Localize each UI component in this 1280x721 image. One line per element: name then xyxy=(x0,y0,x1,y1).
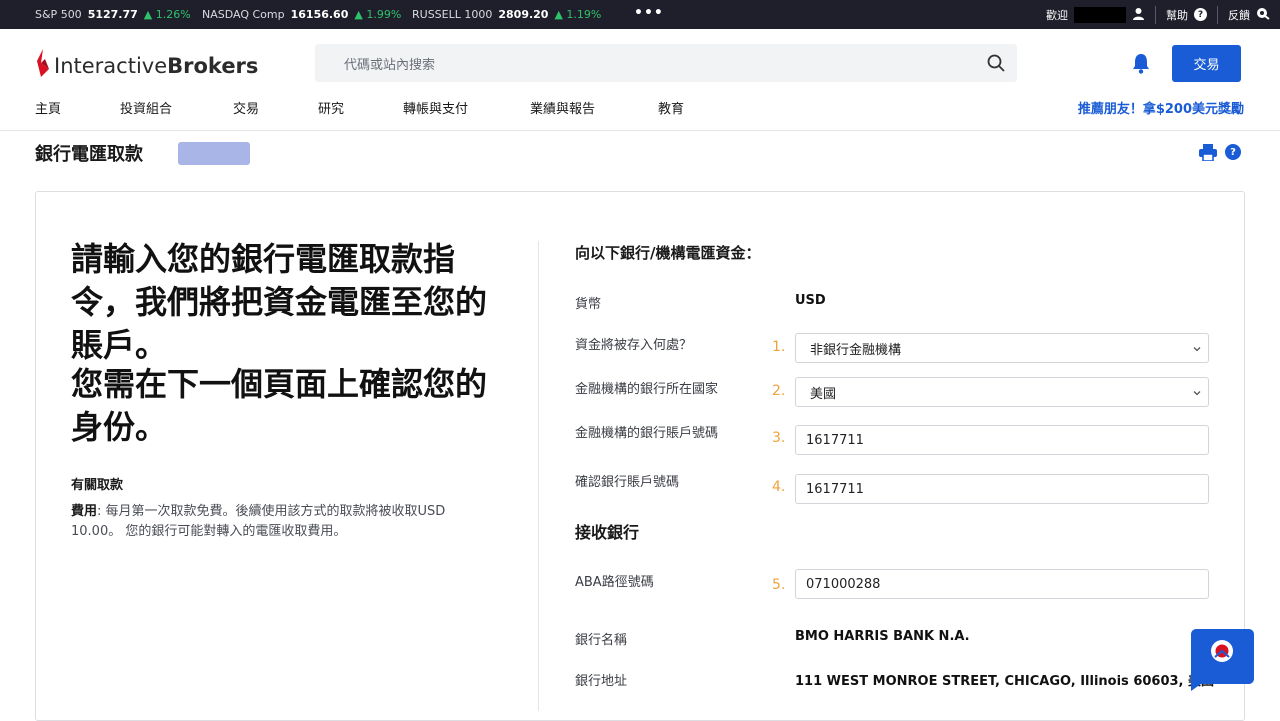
step-number: 1. xyxy=(772,339,786,355)
logo-text-regular: Interactive xyxy=(54,53,168,78)
aba-routing-value: 071000288 xyxy=(806,576,881,592)
search-input[interactable]: 代碼或站內搜索 xyxy=(315,44,1017,82)
ticker-item[interactable]: S&P 500 5127.77 ▲ 1.26% xyxy=(35,0,191,29)
ticker-change: ▲ 1.19% xyxy=(554,8,602,21)
receiving-bank-heading: 接收銀行 xyxy=(575,523,640,542)
nav-item-education[interactable]: 教育 xyxy=(658,98,684,117)
bell-icon[interactable] xyxy=(1131,53,1151,78)
trade-button[interactable]: 交易 xyxy=(1172,45,1241,82)
chevron-down-icon xyxy=(1192,343,1202,358)
nav-item-research[interactable]: 研究 xyxy=(318,98,344,117)
bank-name-value: BMO HARRIS BANK N.A. xyxy=(795,629,970,644)
search-placeholder: 代碼或站內搜索 xyxy=(344,57,436,73)
feedback-label: 反饋 xyxy=(1228,8,1250,22)
bank-country-select[interactable]: 美國 xyxy=(795,377,1209,407)
chat-icon xyxy=(1191,629,1254,695)
nav-item-home[interactable]: 主頁 xyxy=(35,98,61,117)
step-number: 4. xyxy=(772,479,786,495)
username-redacted xyxy=(1074,6,1126,23)
logo-text: InteractiveBrokers xyxy=(54,54,258,78)
bank-name-label: 銀行名稱 xyxy=(575,633,628,648)
nav-item-trade[interactable]: 交易 xyxy=(233,98,259,117)
deposit-destination-value: 非銀行金融機構 xyxy=(810,342,902,358)
bank-address-value: 111 WEST MONROE STREET, CHICAGO, Illinoi… xyxy=(795,674,1215,689)
ticker-change: ▲ 1.99% xyxy=(354,8,402,21)
ticker-name: S&P 500 xyxy=(35,8,82,21)
ticker-name: NASDAQ Comp xyxy=(202,8,285,21)
help-menu[interactable]: 幫助 ? xyxy=(1156,0,1217,29)
logo-text-bold: Brokers xyxy=(167,53,259,78)
ticker-value: 5127.77 xyxy=(87,8,138,21)
page-title: 銀行電匯取款 xyxy=(35,144,143,165)
deposit-destination-label: 資金將被存入何處？ xyxy=(575,338,693,353)
referral-link[interactable]: 推薦朋友！拿$200美元獎勵 xyxy=(1078,98,1244,117)
fee-text: : 每月第一次取款免費。後續使用該方式的取款將被收取USD 10.00。 您的銀… xyxy=(71,504,446,539)
confirm-identity-text: 您需在下一個頁面上確認您的身份。 xyxy=(71,365,488,446)
bank-account-input[interactable]: 1617711 xyxy=(795,425,1209,455)
help-circle-icon: ? xyxy=(1194,8,1207,21)
confirm-account-value: 1617711 xyxy=(806,481,864,497)
deposit-destination-select[interactable]: 非銀行金融機構 xyxy=(795,333,1209,363)
confirm-account-label: 確認銀行賬戶號碼 xyxy=(575,475,680,490)
chevron-down-icon xyxy=(1192,387,1202,402)
chat-button[interactable] xyxy=(1191,629,1254,691)
nav-item-portfolio[interactable]: 投資組合 xyxy=(120,98,172,117)
ticker-name: RUSSELL 1000 xyxy=(412,8,493,21)
search-icon[interactable] xyxy=(987,54,1005,76)
help-label: 幫助 xyxy=(1166,8,1188,22)
fee-label: 費用 xyxy=(71,504,98,519)
column-divider xyxy=(538,241,539,711)
step-number: 3. xyxy=(772,430,786,446)
currency-label: 貨幣 xyxy=(575,297,602,312)
print-icon[interactable] xyxy=(1199,144,1217,165)
account-controls: 歡迎 幫助 ? 反饋 xyxy=(1036,0,1280,29)
step-number: 5. xyxy=(772,577,786,593)
bank-account-value: 1617711 xyxy=(806,432,864,448)
wire-to-heading: 向以下銀行/機構電匯資金： xyxy=(575,244,761,262)
currency-value: USD xyxy=(795,293,826,308)
bank-address-label: 銀行地址 xyxy=(575,674,628,689)
more-tickers-button[interactable]: ••• xyxy=(634,5,664,21)
aba-routing-label: ABA路徑號碼 xyxy=(575,575,654,590)
ticker-value: 16156.60 xyxy=(290,8,349,21)
ticker-bar: S&P 500 5127.77 ▲ 1.26% NASDAQ Comp 1615… xyxy=(0,0,1280,29)
ticker-value: 2809.20 xyxy=(498,8,549,21)
ticker-change: ▲ 1.26% xyxy=(143,8,191,21)
fee-description: 費用: 每月第一次取款免費。後續使用該方式的取款將被收取USD 10.00。 您… xyxy=(71,502,491,542)
instruction-text: 請輸入您的銀行電匯取款指令，我們將把資金電匯至您的賬戶。 xyxy=(71,240,488,364)
welcome-user[interactable]: 歡迎 xyxy=(1036,0,1155,29)
logo-flame-icon xyxy=(35,49,51,82)
help-icon[interactable]: ? xyxy=(1225,144,1241,160)
main-header: InteractiveBrokers 代碼或站內搜索 交易 主頁 投資組合 交易… xyxy=(0,29,1280,131)
bank-country-value: 美國 xyxy=(810,386,837,402)
nav-item-performance-reports[interactable]: 業績與報告 xyxy=(530,98,595,117)
ticker-item[interactable]: NASDAQ Comp 16156.60 ▲ 1.99% xyxy=(202,0,401,29)
bank-account-label: 金融機構的銀行賬戶號碼 xyxy=(575,426,719,441)
aba-routing-input[interactable]: 071000288 xyxy=(795,569,1209,599)
welcome-label: 歡迎 xyxy=(1046,8,1068,22)
feedback-icon xyxy=(1256,7,1270,23)
about-withdrawal-heading: 有關取款 xyxy=(71,478,124,493)
feedback-menu[interactable]: 反饋 xyxy=(1218,0,1280,29)
step-number: 2. xyxy=(772,383,786,399)
ib-logo[interactable]: InteractiveBrokers xyxy=(35,49,258,82)
bank-country-label: 金融機構的銀行所在國家 xyxy=(575,382,719,397)
ticker-item[interactable]: RUSSELL 1000 2809.20 ▲ 1.19% xyxy=(412,0,601,29)
account-badge xyxy=(178,142,250,165)
nav-item-transfer-pay[interactable]: 轉帳與支付 xyxy=(403,98,468,117)
user-icon xyxy=(1132,7,1145,23)
confirm-account-input[interactable]: 1617711 xyxy=(795,474,1209,504)
